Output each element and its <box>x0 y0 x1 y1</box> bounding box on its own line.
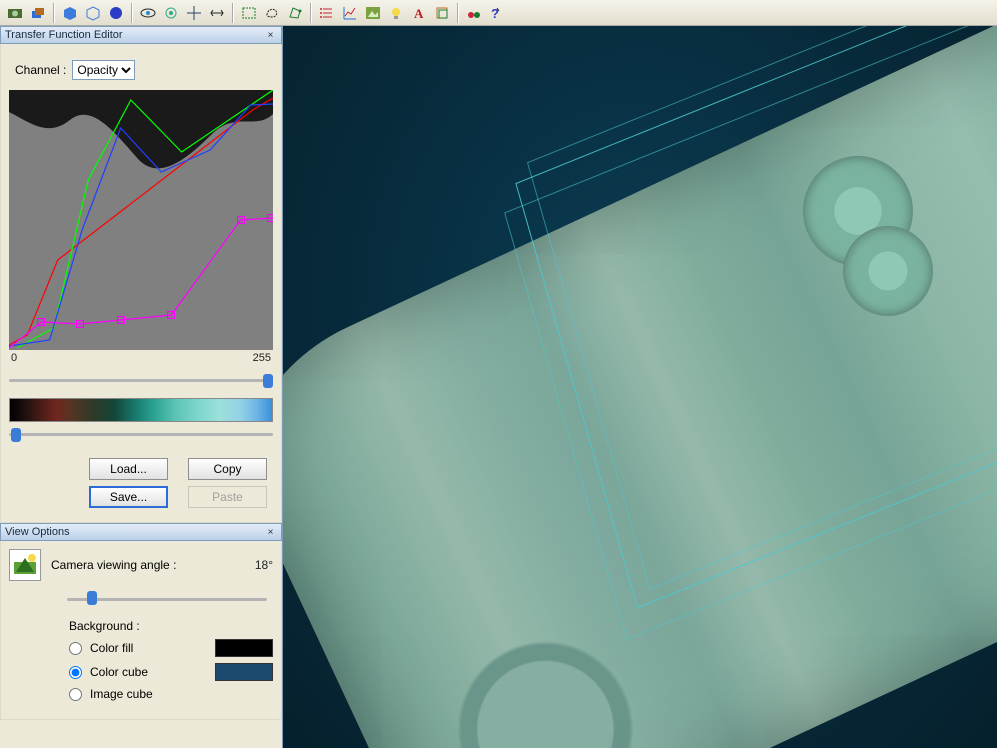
crosshair-icon[interactable] <box>183 2 205 24</box>
select-rect-icon[interactable] <box>238 2 260 24</box>
channel-label: Channel : <box>15 63 66 77</box>
3d-viewport[interactable] <box>283 26 997 748</box>
paste-button: Paste <box>188 486 267 508</box>
bulb-icon[interactable] <box>385 2 407 24</box>
main-toolbar: A ? <box>0 0 997 26</box>
axis-max: 255 <box>253 352 271 364</box>
copy-button[interactable]: Copy <box>188 458 267 480</box>
curve-node[interactable] <box>267 214 273 222</box>
channel-select[interactable]: Opacity <box>72 60 135 80</box>
curve-node[interactable] <box>237 216 245 224</box>
view-options-panel: View Options × Camera viewing angle : 18… <box>0 523 282 720</box>
svg-text:A: A <box>414 6 424 21</box>
range-lower-slider[interactable] <box>9 428 273 442</box>
curve-node[interactable] <box>167 311 175 319</box>
close-icon[interactable]: × <box>264 29 277 42</box>
cube-blue-icon[interactable] <box>59 2 81 24</box>
volume-render <box>283 26 997 748</box>
list-icon[interactable] <box>316 2 338 24</box>
color-gradient-bar[interactable] <box>9 398 273 422</box>
transfer-function-panel: Transfer Function Editor × Channel : Opa… <box>0 26 282 523</box>
bg-color-fill-radio[interactable]: Color fill <box>69 639 273 657</box>
save-button[interactable]: Save... <box>89 486 168 508</box>
color-fill-swatch[interactable] <box>215 639 273 657</box>
crop-icon[interactable] <box>431 2 453 24</box>
transfer-function-graph[interactable] <box>9 90 273 350</box>
eye-icon[interactable] <box>137 2 159 24</box>
binoculars-icon[interactable] <box>463 2 485 24</box>
camera-angle-label: Camera viewing angle : <box>51 558 245 572</box>
image-icon[interactable] <box>362 2 384 24</box>
text-icon[interactable]: A <box>408 2 430 24</box>
load-button[interactable]: Load... <box>89 458 168 480</box>
select-poly-icon[interactable] <box>284 2 306 24</box>
svg-text:?: ? <box>491 6 499 21</box>
bg-color-cube-radio[interactable]: Color cube <box>69 663 273 681</box>
camera-icon[interactable] <box>4 2 26 24</box>
curve-node[interactable] <box>76 320 84 328</box>
camera-angle-icon <box>9 549 41 581</box>
splat-icon[interactable] <box>105 2 127 24</box>
color-cube-swatch[interactable] <box>215 663 273 681</box>
camera-angle-value: 18° <box>255 558 273 572</box>
bg-image-cube-radio[interactable]: Image cube <box>69 687 273 701</box>
curve-node[interactable] <box>37 318 45 326</box>
help-icon[interactable]: ? <box>486 2 508 24</box>
curve-node[interactable] <box>117 316 125 324</box>
transfer-function-title: Transfer Function Editor <box>5 29 123 41</box>
plot-icon[interactable] <box>339 2 361 24</box>
cube-outline-icon[interactable] <box>82 2 104 24</box>
target-icon[interactable] <box>160 2 182 24</box>
layers-icon[interactable] <box>27 2 49 24</box>
close-icon[interactable]: × <box>264 526 277 539</box>
select-lasso-icon[interactable] <box>261 2 283 24</box>
histogram-shape <box>9 90 273 168</box>
view-options-title: View Options <box>5 526 70 538</box>
zoom-icon[interactable] <box>206 2 228 24</box>
axis-min: 0 <box>11 352 17 364</box>
background-label: Background : <box>69 619 273 633</box>
camera-angle-slider[interactable] <box>67 591 267 607</box>
range-upper-slider[interactable] <box>9 374 273 388</box>
